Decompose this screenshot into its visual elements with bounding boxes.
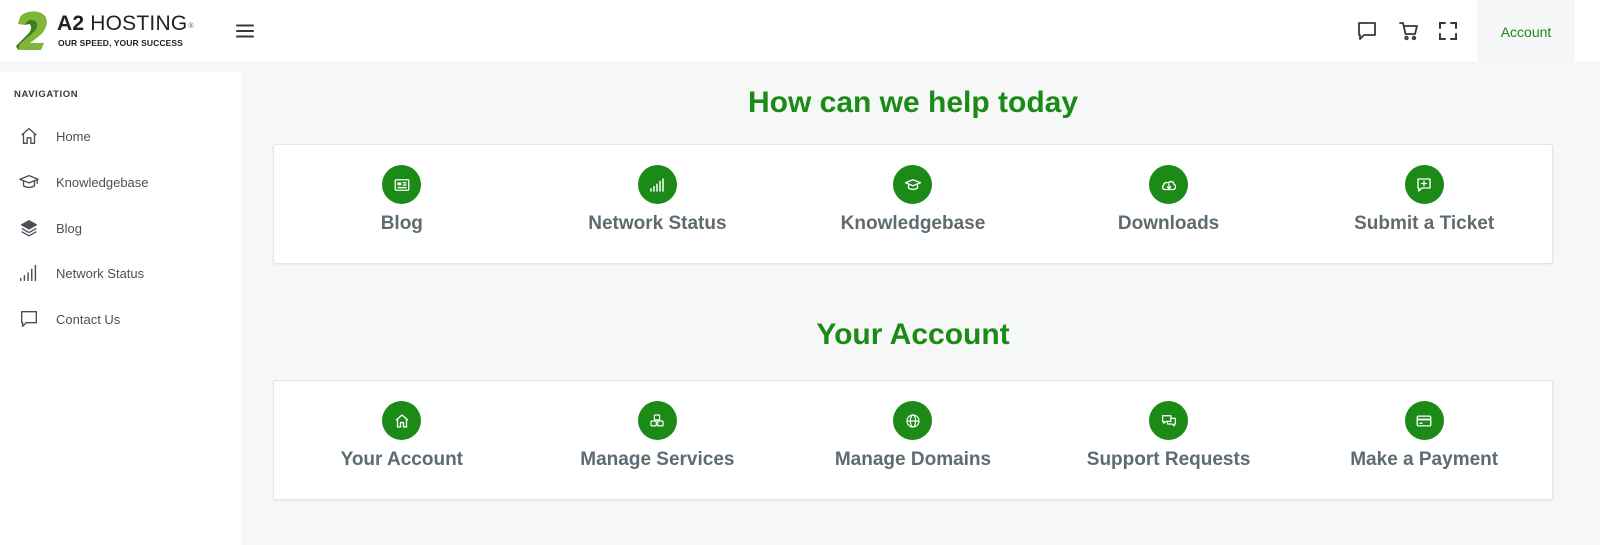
account-section-title: Your Account xyxy=(816,318,1010,351)
tile-label: Downloads xyxy=(1117,213,1220,234)
sidebar-item-blog[interactable]: Blog xyxy=(0,208,241,248)
account-menu-label: Account xyxy=(1500,23,1552,40)
tile-label: Knowledgebase xyxy=(840,213,986,234)
tile-label: Manage Domains xyxy=(834,449,992,470)
top-bar: A2 HOSTING® OUR SPEED, YOUR SUCCESS Acco… xyxy=(0,0,1600,63)
tile-label: Submit a Ticket xyxy=(1354,213,1495,234)
sidebar-item-label: Home xyxy=(56,128,91,144)
sidebar: NAVIGATION Home Knowledgebase Blog Netwo… xyxy=(0,72,241,545)
nav-heading: NAVIGATION xyxy=(14,89,79,100)
fullscreen-icon[interactable] xyxy=(1436,19,1460,43)
account-card: Your Account Manage Services Manage Doma… xyxy=(273,380,1553,500)
account-tile-manage-domains[interactable]: Manage Domains xyxy=(785,381,1041,499)
chat-icon xyxy=(20,310,38,328)
tile-icon-circle xyxy=(893,401,933,440)
a2-hosting-logo[interactable]: A2 HOSTING® OUR SPEED, YOUR SUCCESS xyxy=(14,9,204,51)
graduation-cap-icon xyxy=(904,178,922,190)
tile-icon-circle xyxy=(382,165,422,204)
sidebar-item-home[interactable]: Home xyxy=(0,116,241,156)
sidebar-item-label: Network Status xyxy=(56,265,145,281)
account-tile-support-requests[interactable]: Support Requests xyxy=(1041,381,1297,499)
help-tile-network-status[interactable]: Network Status xyxy=(530,145,786,263)
help-tile-downloads[interactable]: Downloads xyxy=(1041,145,1297,263)
sidebar-item-contact-us[interactable]: Contact Us xyxy=(0,299,241,339)
logo-name-bold: A2 xyxy=(57,12,85,35)
cart-icon[interactable] xyxy=(1397,19,1421,43)
home-icon xyxy=(395,413,409,428)
tile-icon-circle xyxy=(1149,165,1189,204)
signal-bars-icon xyxy=(20,264,37,282)
tile-label: Network Status xyxy=(588,213,727,234)
layers-icon xyxy=(20,219,38,237)
sidebar-item-knowledgebase[interactable]: Knowledgebase xyxy=(0,162,241,202)
credit-card-icon xyxy=(1416,414,1432,427)
tile-icon-circle xyxy=(382,401,422,440)
newspaper-icon xyxy=(394,178,410,191)
a2-logo-icon xyxy=(16,11,47,50)
account-menu-button[interactable]: Account xyxy=(1477,0,1575,63)
sidebar-item-label: Contact Us xyxy=(56,311,121,327)
sidebar-item-network-status[interactable]: Network Status xyxy=(0,253,241,293)
tile-icon-circle xyxy=(637,165,677,204)
tile-icon-circle xyxy=(1404,165,1444,204)
logo-name-rest: HOSTING xyxy=(84,12,188,35)
account-tile-make-payment[interactable]: Make a Payment xyxy=(1296,381,1552,499)
graduation-cap-icon xyxy=(19,174,39,189)
sidebar-item-label: Knowledgebase xyxy=(56,174,149,190)
home-icon xyxy=(21,127,37,145)
message-plus-icon xyxy=(1417,177,1431,192)
logo-wordmark: A2 HOSTING® xyxy=(57,12,194,36)
tile-label: Support Requests xyxy=(1086,449,1251,470)
cloud-download-icon xyxy=(1161,180,1176,190)
tile-label: Make a Payment xyxy=(1350,449,1499,470)
tile-icon-circle xyxy=(1149,401,1189,440)
help-section-title: How can we help today xyxy=(747,86,1079,119)
logo-tagline: OUR SPEED, YOUR SUCCESS xyxy=(58,38,183,48)
menu-icon[interactable] xyxy=(233,19,257,43)
cubes-icon xyxy=(650,413,664,426)
tile-icon-circle xyxy=(637,401,677,440)
help-tile-submit-ticket[interactable]: Submit a Ticket xyxy=(1296,145,1552,263)
account-tile-manage-services[interactable]: Manage Services xyxy=(530,381,786,499)
globe-icon xyxy=(906,413,920,428)
chat-icon[interactable] xyxy=(1355,19,1379,43)
sidebar-item-label: Blog xyxy=(56,220,83,236)
account-tile-your-account[interactable]: Your Account xyxy=(274,381,530,499)
help-tile-blog[interactable]: Blog xyxy=(274,145,530,263)
logo-registered: ® xyxy=(188,23,194,30)
tile-label: Blog xyxy=(380,213,423,234)
chat-bubbles-icon xyxy=(1161,414,1176,426)
signal-bars-icon xyxy=(650,177,665,192)
help-card: Blog Network Status Knowledgebase Downlo… xyxy=(273,144,1553,264)
help-tile-knowledgebase[interactable]: Knowledgebase xyxy=(785,145,1041,263)
tile-icon-circle xyxy=(893,165,933,204)
tile-icon-circle xyxy=(1404,401,1444,440)
tile-label: Your Account xyxy=(340,449,464,470)
tile-label: Manage Services xyxy=(580,449,735,470)
